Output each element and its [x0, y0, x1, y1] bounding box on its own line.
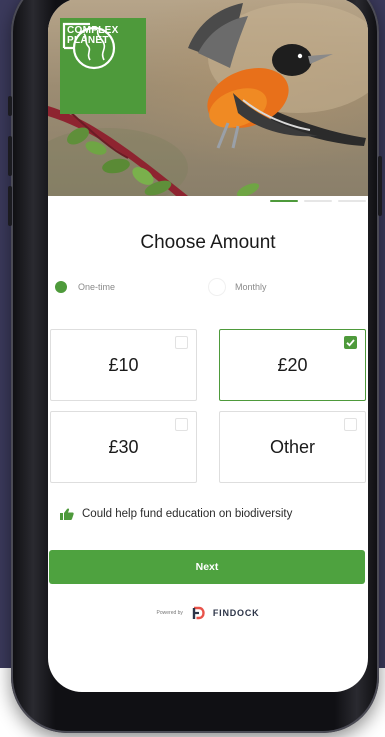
frequency-label-one-time: One-time [78, 282, 116, 292]
phone-side-button [8, 96, 12, 116]
amount-option-20[interactable]: £20 [219, 329, 366, 401]
findock-brand-name: FINDOCK [212, 607, 260, 618]
frequency-label-monthly: Monthly [235, 282, 267, 292]
checkbox-checked-icon[interactable] [344, 336, 357, 349]
frequency-option-one-time[interactable]: One-time [52, 278, 172, 302]
radio-unselected-icon[interactable] [208, 278, 226, 296]
carousel-indicator-2[interactable] [304, 200, 332, 202]
brand-logo: COMPLEX PLANET [60, 18, 146, 114]
globe-icon [62, 22, 116, 70]
powered-by-footer: Powered by FINDOCK [48, 604, 368, 620]
amount-option-label: £20 [277, 355, 308, 375]
impact-message-text: Could help fund education on biodiversit… [82, 508, 293, 520]
phone-power-button [378, 156, 382, 216]
frequency-option-monthly[interactable]: Monthly [208, 278, 328, 302]
amount-option-label: £10 [108, 355, 139, 375]
hero-image: COMPLEX PLANET [48, 0, 368, 196]
checkbox-icon[interactable] [175, 336, 188, 349]
carousel-indicator-1[interactable] [270, 200, 298, 202]
amount-option-label: Other [269, 437, 316, 457]
checkbox-icon[interactable] [175, 418, 188, 431]
powered-by-label: Powered by [156, 609, 183, 616]
amount-option-other[interactable]: Other [219, 411, 366, 483]
phone-volume-up-button [8, 136, 12, 176]
amount-option-10[interactable]: £10 [50, 329, 197, 401]
amount-option-30[interactable]: £30 [50, 411, 197, 483]
amount-option-label: £30 [108, 437, 139, 457]
page-title: Choose Amount [140, 232, 276, 253]
findock-logo-icon [193, 606, 206, 619]
phone-volume-down-button [8, 186, 12, 226]
app-screen: COMPLEX PLANET Choose Amount One-time Mo… [48, 0, 368, 692]
checkbox-icon[interactable] [344, 418, 357, 431]
next-button[interactable]: Next [49, 550, 365, 584]
checkmark-icon [346, 339, 355, 347]
radio-selected-icon[interactable] [52, 278, 70, 296]
carousel-indicator-3[interactable] [338, 200, 366, 202]
phone-frame: COMPLEX PLANET Choose Amount One-time Mo… [8, 0, 382, 733]
thumbs-up-icon [60, 508, 74, 520]
